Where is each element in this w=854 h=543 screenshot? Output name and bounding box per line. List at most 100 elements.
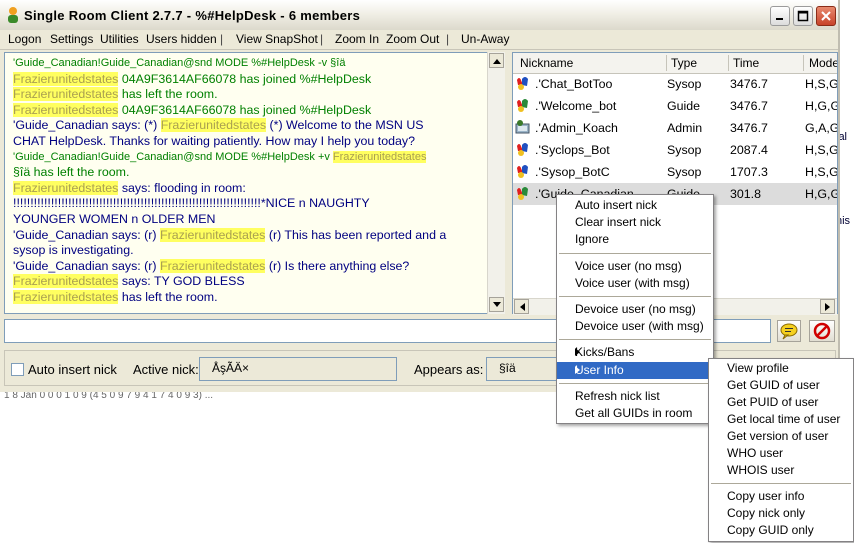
chat-line-text: CHAT HelpDesk. Thanks for waiting patien… bbox=[13, 134, 415, 148]
menu-item-label: WHOIS user bbox=[727, 463, 795, 477]
menu-item-kicks-bans[interactable]: Kicks/Bans bbox=[557, 344, 713, 361]
menu-item-label: Get PUID of user bbox=[727, 395, 819, 409]
menu-separator bbox=[559, 252, 711, 254]
nick-cell-time: 301.8 bbox=[730, 187, 762, 201]
menu-separator bbox=[559, 382, 711, 384]
close-button[interactable] bbox=[816, 6, 836, 26]
submenu-item-get-guid-of-user[interactable]: Get GUID of user bbox=[709, 377, 853, 394]
submenu-item-view-profile[interactable]: View profile bbox=[709, 360, 853, 377]
appears-as-field[interactable]: §îä bbox=[486, 357, 566, 381]
scroll-left-button[interactable] bbox=[514, 299, 529, 314]
submenu-item-get-local-time-of-user[interactable]: Get local time of user bbox=[709, 411, 853, 428]
menu-item-devoice-user-no-msg[interactable]: Devoice user (no msg) bbox=[557, 301, 713, 318]
nick-list-header: Nickname Type Time Mode bbox=[513, 53, 837, 74]
menu-item-user-info[interactable]: User Info bbox=[557, 361, 713, 379]
chat-line-text: (r) This has been reported and a bbox=[265, 227, 447, 242]
chat-line: CHAT HelpDesk. Thanks for waiting patien… bbox=[13, 134, 415, 149]
menu-logon[interactable]: Logon bbox=[8, 32, 41, 46]
scroll-up-button[interactable] bbox=[489, 53, 504, 68]
auto-insert-label: Auto insert nick bbox=[28, 362, 117, 377]
menu-separator: | bbox=[320, 32, 324, 46]
menu-item-label: WHO user bbox=[727, 446, 784, 460]
chat-line-text: 04A9F3614AF66078 has joined %#HelpDesk bbox=[118, 102, 372, 117]
chat-line: 'Guide_Canadian says: (*) Frazieruniteds… bbox=[13, 118, 424, 133]
chat-log[interactable]: 'Guide_Canadian!Guide_Canadian@snd MODE … bbox=[4, 52, 494, 314]
column-type[interactable]: Type bbox=[671, 56, 697, 70]
scroll-down-button[interactable] bbox=[489, 297, 504, 312]
menu-item-refresh-nick-list[interactable]: Refresh nick list bbox=[557, 388, 713, 405]
chat-line-text: 'Guide_Canadian!Guide_Canadian@snd MODE … bbox=[13, 150, 333, 163]
menu-item-auto-insert-nick[interactable]: Auto insert nick bbox=[557, 197, 713, 214]
chat-line-text: sysop is investigating. bbox=[13, 243, 134, 258]
submenu-item-who-user[interactable]: WHO user bbox=[709, 445, 853, 462]
menu-zoom-in[interactable]: Zoom In bbox=[335, 32, 379, 46]
submenu-item-get-version-of-user[interactable]: Get version of user bbox=[709, 428, 853, 445]
column-time[interactable]: Time bbox=[733, 56, 759, 70]
menu-view-snapshot[interactable]: View SnapShot bbox=[236, 32, 318, 46]
auto-insert-checkbox[interactable] bbox=[11, 363, 24, 376]
menu-item-label: Copy GUID only bbox=[727, 523, 814, 537]
nick-row[interactable]: .'Sysop_BotC Sysop 1707.3 H,S,G bbox=[513, 161, 837, 183]
menu-users-hidden[interactable]: Users hidden bbox=[146, 32, 217, 46]
submenu-item-copy-user-info[interactable]: Copy user info bbox=[709, 488, 853, 505]
menu-item-ignore[interactable]: Ignore bbox=[557, 231, 713, 248]
menu-item-label: Get all GUIDs in room bbox=[575, 406, 693, 420]
chat-line: 'Guide_Canadian!Guide_Canadian@snd MODE … bbox=[13, 56, 345, 71]
menu-separator: | bbox=[446, 32, 450, 46]
stop-icon bbox=[813, 322, 831, 340]
chat-line: Frazierunitedstates says: TY GOD BLESS bbox=[13, 274, 245, 289]
nick-cell-nick: .'Syclops_Bot bbox=[535, 143, 610, 157]
close-icon bbox=[821, 11, 831, 21]
redacted-nick: Frazierunitedstates bbox=[13, 274, 119, 289]
menu-zoom-out[interactable]: Zoom Out bbox=[386, 32, 439, 46]
chat-line: Frazierunitedstates has left the room. bbox=[13, 87, 218, 102]
title-bar: Single Room Client 2.7.7 - %#HelpDesk - … bbox=[0, 0, 838, 31]
chat-scrollbar[interactable] bbox=[487, 52, 505, 314]
menu-item-voice-user-with-msg[interactable]: Voice user (with msg) bbox=[557, 275, 713, 292]
nick-row[interactable]: .'Syclops_Bot Sysop 2087.4 H,S,G bbox=[513, 139, 837, 161]
menu-item-voice-user-no-msg[interactable]: Voice user (no msg) bbox=[557, 258, 713, 275]
active-nick-field[interactable]: ÅşÃÄ× bbox=[199, 357, 397, 381]
menu-item-devoice-user-with-msg[interactable]: Devoice user (with msg) bbox=[557, 318, 713, 335]
column-mode[interactable]: Mode bbox=[809, 56, 837, 70]
nick-row[interactable]: .'Admin_Koach Admin 3476.7 G,A,G bbox=[513, 117, 837, 139]
nick-cell-type: Sysop bbox=[667, 77, 702, 91]
admin-icon bbox=[515, 120, 532, 135]
stop-button[interactable] bbox=[809, 320, 835, 342]
chat-line: 'Guide_Canadian says: (r) Frazieruniteds… bbox=[13, 258, 409, 274]
sysop-icon bbox=[515, 76, 532, 91]
nick-cell-time: 3476.7 bbox=[730, 121, 768, 135]
submenu-item-copy-nick-only[interactable]: Copy nick only bbox=[709, 505, 853, 522]
nick-row[interactable]: .'Chat_BotToo Sysop 3476.7 H,S,G bbox=[513, 73, 837, 95]
guide-icon bbox=[515, 98, 532, 113]
redacted-nick: Frazierunitedstates bbox=[13, 87, 119, 102]
menu-item-clear-insert-nick[interactable]: Clear insert nick bbox=[557, 214, 713, 231]
chat-line: sysop is investigating. bbox=[13, 243, 134, 258]
send-button[interactable] bbox=[777, 320, 801, 342]
maximize-button[interactable] bbox=[793, 6, 813, 26]
chat-line: Frazierunitedstates 04A9F3614AF66078 has… bbox=[13, 102, 372, 118]
chat-line: 'Guide_Canadian says: (r) Frazieruniteds… bbox=[13, 227, 447, 243]
menu-un-away[interactable]: Un-Away bbox=[461, 32, 509, 46]
submenu-item-copy-guid-only[interactable]: Copy GUID only bbox=[709, 522, 853, 539]
menu-utilities[interactable]: Utilities bbox=[100, 32, 139, 46]
nick-cell-mode: H,G,G bbox=[805, 187, 838, 201]
chat-line: Frazierunitedstates says: flooding in ro… bbox=[13, 180, 246, 196]
redacted-nick: Frazierunitedstates bbox=[160, 118, 267, 133]
chat-line-text: 'Guide_Canadian says: (r) bbox=[13, 227, 160, 242]
menu-item-label: Copy user info bbox=[727, 489, 805, 503]
menu-item-label: View profile bbox=[727, 361, 789, 375]
menu-settings[interactable]: Settings bbox=[50, 32, 93, 46]
menu-item-get-all-guids-in-room[interactable]: Get all GUIDs in room bbox=[557, 405, 713, 422]
submenu-arrow-icon bbox=[575, 344, 705, 362]
column-nickname[interactable]: Nickname bbox=[520, 56, 573, 70]
submenu-item-whois-user[interactable]: WHOIS user bbox=[709, 462, 853, 479]
minimize-button[interactable] bbox=[770, 6, 790, 26]
scroll-right-button[interactable] bbox=[820, 299, 835, 314]
nick-row[interactable]: .'Welcome_bot Guide 3476.7 H,G,G bbox=[513, 95, 837, 117]
active-nick-label: Active nick: bbox=[133, 362, 199, 377]
submenu-item-get-puid-of-user[interactable]: Get PUID of user bbox=[709, 394, 853, 411]
chat-line-text: 'Guide_Canadian says: (*) bbox=[13, 118, 161, 133]
menu-item-label: Ignore bbox=[575, 232, 610, 247]
chat-line-text: §îä has left the room. bbox=[13, 165, 130, 180]
